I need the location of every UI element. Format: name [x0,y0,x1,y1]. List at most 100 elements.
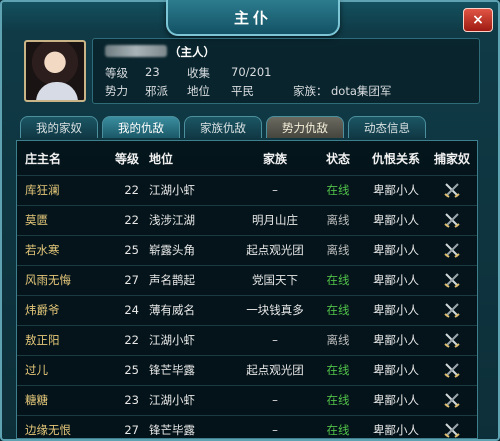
collect-label: 收集 [187,66,210,80]
enemy-name: 糖糖 [25,393,48,407]
enemy-family: 起点观光团 [246,243,304,257]
enemy-rank: 锋芒毕露 [149,363,195,377]
owner-label: （主人） [169,45,215,59]
profile-section: （主人） 等级 23 收集 70/201 势力 邪派 地位 平民 家族： dot… [16,38,480,108]
header-level: 等级 [114,151,139,166]
enemy-relation: 卑鄙小人 [373,393,419,407]
header-name: 庄主名 [25,151,62,166]
enemy-status: 离线 [326,333,350,347]
enemy-status: 在线 [326,423,350,437]
enemy-name: 边缘无恨 [25,423,71,437]
enemy-name: 过儿 [25,363,48,377]
dialog-title: 主仆 [166,0,340,36]
table-row[interactable]: 库狂澜 22 江湖小虾 – 在线 卑鄙小人 [17,175,477,206]
enemy-level: 24 [124,303,139,317]
table-row[interactable]: 风雨无悔 27 声名鹊起 党国天下 在线 卑鄙小人 [17,265,477,296]
capture-button[interactable] [429,205,475,235]
enemy-relation: 卑鄙小人 [373,333,419,347]
header-family: 家族 [262,151,287,166]
enemy-status: 在线 [326,393,350,407]
table-row[interactable]: 边缘无恨 27 锋芒毕露 – 在线 卑鄙小人 [17,415,477,438]
enemy-name: 敖正阳 [25,333,60,347]
crossed-swords-icon [444,303,460,318]
enemy-relation: 卑鄙小人 [373,183,419,197]
enemy-status: 离线 [326,243,350,257]
enemy-name: 库狂澜 [25,183,60,197]
enemy-rank: 江湖小虾 [149,333,195,347]
enemy-status: 离线 [326,213,350,227]
faction-label: 势力 [105,84,128,98]
faction-value: 邪派 [145,84,168,98]
crossed-swords-icon [444,363,460,378]
enemy-level: 22 [124,333,139,347]
profile-info-panel: （主人） 等级 23 收集 70/201 势力 邪派 地位 平民 家族： dot… [92,38,480,104]
close-icon: × [472,12,484,28]
table-row[interactable]: 莫匮 22 浅涉江湖 明月山庄 离线 卑鄙小人 [17,205,477,236]
capture-button[interactable] [429,325,475,355]
enemy-name: 炜爵爷 [25,303,60,317]
enemy-relation: 卑鄙小人 [373,213,419,227]
enemy-relation: 卑鄙小人 [373,363,419,377]
enemy-family: – [272,423,278,437]
enemy-level: 22 [124,183,139,197]
blurred-player-name [105,45,167,57]
enemy-family: 明月山庄 [252,213,298,227]
enemy-relation: 卑鄙小人 [373,423,419,437]
enemy-status: 在线 [326,273,350,287]
rank-value: 平民 [231,84,254,98]
close-button[interactable]: × [463,8,493,32]
table-row[interactable]: 若水寒 25 崭露头角 起点观光团 离线 卑鄙小人 [17,235,477,266]
enemy-family: 党国天下 [252,273,298,287]
enemy-family: – [272,393,278,407]
capture-button[interactable] [429,175,475,205]
enemy-rank: 锋芒毕露 [149,423,195,437]
capture-button[interactable] [429,295,475,325]
table-row[interactable]: 敖正阳 22 江湖小虾 – 离线 卑鄙小人 [17,325,477,356]
enemy-rank: 声名鹊起 [149,273,195,287]
header-relation: 仇恨关系 [371,151,420,166]
enemy-rank: 江湖小虾 [149,393,195,407]
enemy-level: 27 [124,423,139,437]
enemy-status: 在线 [326,363,350,377]
enemy-family: – [272,333,278,347]
level-value: 23 [145,65,160,79]
enemy-level: 22 [124,213,139,227]
enemy-table: 庄主名 等级 地位 家族 状态 仇恨关系 捕家奴 库狂澜 22 江湖小虾 – 在线 卑鄙小… [16,140,478,439]
avatar [24,40,86,102]
crossed-swords-icon [444,333,460,348]
capture-button[interactable] [429,355,475,385]
capture-button[interactable] [429,235,475,265]
family-value: dota集团军 [331,84,392,98]
tab-my-servants[interactable]: 我的家奴 [20,116,98,138]
table-row[interactable]: 过儿 25 锋芒毕露 起点观光团 在线 卑鄙小人 [17,355,477,386]
header-status: 状态 [325,151,350,166]
enemy-level: 23 [124,393,139,407]
enemy-level: 25 [124,363,139,377]
enemy-level: 25 [124,243,139,257]
capture-button[interactable] [429,415,475,438]
enemy-name: 若水寒 [25,243,60,257]
enemy-family: 一块钱真多 [246,303,304,317]
enemy-name: 莫匮 [25,213,48,227]
tab-my-enemies[interactable]: 我的仇敌 [102,116,180,138]
enemy-family: 起点观光团 [246,363,304,377]
capture-button[interactable] [429,265,475,295]
capture-button[interactable] [429,385,475,415]
tab-activity[interactable]: 动态信息 [348,116,426,138]
enemy-rank: 崭露头角 [149,243,195,257]
crossed-swords-icon [444,273,460,288]
table-row[interactable]: 炜爵爷 24 薄有威名 一块钱真多 在线 卑鄙小人 [17,295,477,326]
table-row[interactable]: 糖糖 23 江湖小虾 – 在线 卑鄙小人 [17,385,477,416]
level-label: 等级 [105,66,128,80]
tab-family-enemies[interactable]: 家族仇敌 [184,116,262,138]
enemy-rank: 江湖小虾 [149,183,195,197]
enemy-name: 风雨无悔 [25,273,71,287]
enemy-rank: 薄有威名 [149,303,195,317]
tab-faction-enemies[interactable]: 势力仇敌 [266,116,344,138]
collect-value: 70/201 [231,65,272,79]
crossed-swords-icon [444,183,460,198]
family-label: 家族： [293,84,328,98]
enemy-relation: 卑鄙小人 [373,303,419,317]
enemy-status: 在线 [326,183,350,197]
crossed-swords-icon [444,393,460,408]
